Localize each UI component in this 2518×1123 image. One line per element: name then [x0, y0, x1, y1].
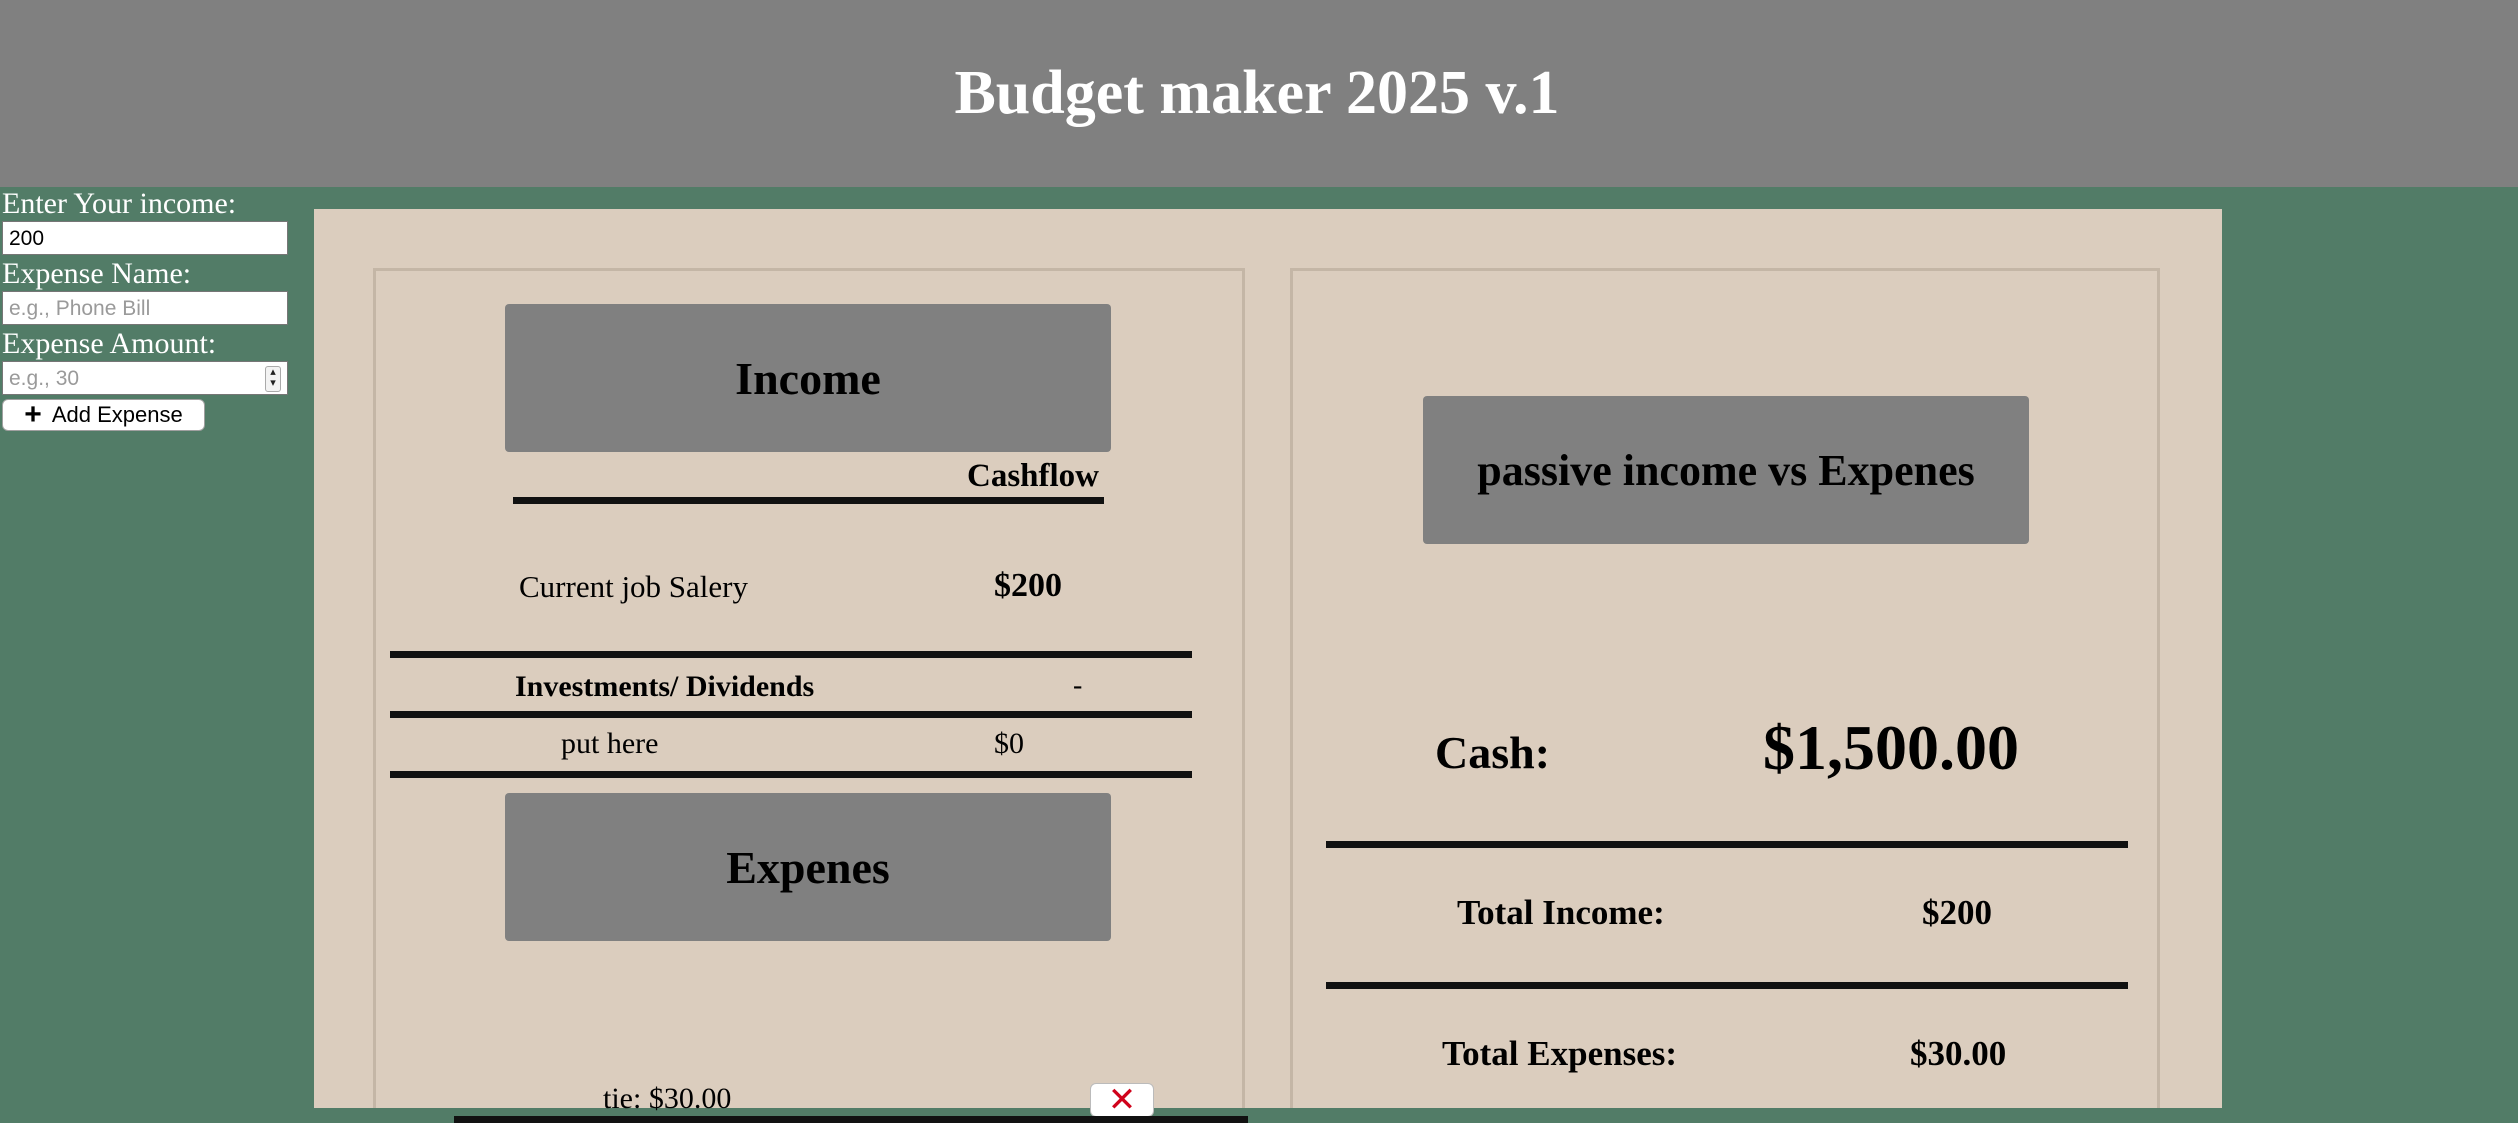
total-income-value: $200: [1922, 893, 1992, 932]
number-stepper-icon[interactable]: ▴ ▾: [265, 366, 281, 392]
cashflow-label: Cashflow: [967, 458, 1100, 494]
income-title: Income: [735, 352, 881, 404]
expense-item-text: tie: $30.00: [603, 1082, 732, 1115]
expense-amount-placeholder: e.g., 30: [9, 367, 80, 390]
cashflow-divider: [513, 497, 1104, 504]
summary-title: passive income vs Expenes: [1477, 445, 1975, 495]
income-input[interactable]: 200: [2, 221, 288, 255]
put-here-value: $0: [994, 727, 1024, 760]
expense-name-label: Expense Name:: [2, 257, 192, 290]
divider: [1326, 982, 2128, 989]
summary-panel: passive income vs Expenes Cash: $1,500.0…: [1290, 268, 2160, 1108]
expenses-title-box: Expenes: [505, 793, 1111, 941]
close-x-icon: ✕: [1107, 1080, 1137, 1120]
expense-amount-input[interactable]: e.g., 30 ▴ ▾: [2, 361, 288, 395]
app-header: Budget maker 2025 v.1: [0, 0, 2518, 187]
delete-expense-button[interactable]: ✕: [1090, 1083, 1154, 1117]
app-title: Budget maker 2025 v.1: [954, 59, 1560, 127]
add-expense-button[interactable]: + Add Expense: [2, 399, 205, 431]
divider: [390, 711, 1192, 718]
expense-item-divider: [454, 1116, 1248, 1123]
income-label: Enter Your income:: [2, 187, 237, 220]
job-salary-value: $200: [994, 567, 1062, 604]
plus-icon: +: [24, 398, 42, 431]
income-title-box: Income: [505, 304, 1111, 452]
expenses-title: Expenes: [726, 841, 890, 893]
total-income-label: Total Income:: [1457, 893, 1665, 932]
income-panel: Income Cashflow Current job Salery $200 …: [373, 268, 1248, 1123]
divider: [1326, 841, 2128, 848]
summary-title-box: passive income vs Expenes: [1423, 396, 2029, 544]
put-here-label: put here: [561, 727, 659, 760]
budget-board: Income Cashflow Current job Salery $200 …: [314, 209, 2222, 1123]
divider: [390, 651, 1192, 658]
expense-name-input[interactable]: e.g., Phone Bill: [2, 291, 288, 325]
investments-label: Investments/ Dividends: [515, 670, 815, 703]
cash-value: $1,500.00: [1763, 712, 2019, 783]
job-salary-label: Current job Salery: [519, 569, 749, 604]
expense-amount-label: Expense Amount:: [2, 327, 217, 360]
total-expenses-label: Total Expenses:: [1442, 1034, 1678, 1073]
divider: [390, 771, 1192, 778]
add-expense-label: Add Expense: [51, 402, 183, 427]
cash-label: Cash:: [1435, 727, 1551, 778]
total-expenses-value: $30.00: [1910, 1034, 2007, 1073]
expense-form: Enter Your income: 200 Expense Name: e.g…: [0, 187, 300, 431]
investments-value: -: [1073, 670, 1083, 701]
